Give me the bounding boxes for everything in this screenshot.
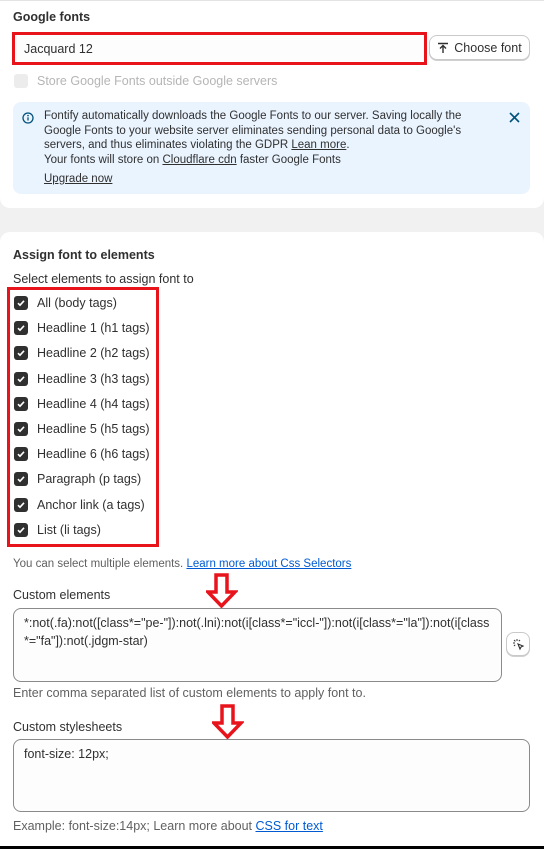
close-icon[interactable] bbox=[509, 112, 520, 123]
info-banner: Fontify automatically downloads the Goog… bbox=[13, 102, 530, 194]
section-subtitle: Select elements to assign font to bbox=[13, 272, 194, 286]
example-note: Example: font-size:14px; Learn more abou… bbox=[13, 819, 323, 833]
google-font-input[interactable]: Jacquard 12 bbox=[15, 35, 424, 62]
google-fonts-card: Google fonts Jacquard 12 Choose font Sto… bbox=[0, 0, 544, 208]
checkbox-label: List (li tags) bbox=[37, 522, 101, 537]
custom-elements-label: Custom elements bbox=[13, 588, 111, 602]
element-checkbox[interactable]: Headline 4 (h4 tags) bbox=[14, 396, 150, 411]
checkbox-checked-icon bbox=[14, 422, 28, 436]
info-icon bbox=[22, 112, 34, 124]
cloudflare-link[interactable]: Cloudflare cdn bbox=[162, 154, 236, 166]
store-outside-checkbox[interactable]: Store Google Fonts outside Google server… bbox=[14, 74, 277, 88]
assign-font-card: Assign font to elements Select elements … bbox=[0, 232, 544, 847]
checkbox-label: Store Google Fonts outside Google server… bbox=[37, 74, 278, 88]
checkbox-label: Headline 6 (h6 tags) bbox=[37, 447, 150, 462]
checkbox-label: Headline 4 (h4 tags) bbox=[37, 396, 150, 411]
checkbox-label: Headline 1 (h1 tags) bbox=[37, 321, 150, 336]
checkbox-checked-icon bbox=[14, 371, 28, 386]
choose-font-label: Choose font bbox=[454, 40, 522, 55]
multi-note: You can select multiple elements. Learn … bbox=[13, 558, 352, 570]
css-selectors-link[interactable]: Learn more about Css Selectors bbox=[186, 558, 351, 570]
checkbox-checked-icon bbox=[14, 296, 28, 310]
annotation-arrow-icon bbox=[212, 704, 244, 740]
annotation-arrow-icon bbox=[206, 573, 238, 609]
upgrade-now-link[interactable]: Upgrade now bbox=[44, 173, 112, 185]
custom-elements-textarea[interactable]: *:not(.fa):not([class*="pe-"]):not(.lni)… bbox=[13, 608, 502, 682]
element-checkbox[interactable]: Headline 5 (h5 tags) bbox=[14, 422, 150, 436]
custom-stylesheets-label: Custom stylesheets bbox=[13, 720, 123, 734]
checkbox-checked-icon bbox=[14, 346, 28, 361]
checkbox-checked-icon bbox=[14, 472, 28, 487]
choose-font-button[interactable]: Choose font bbox=[429, 35, 530, 60]
element-checkbox[interactable]: Headline 3 (h3 tags) bbox=[14, 371, 150, 386]
checkbox-checked-icon bbox=[14, 497, 28, 512]
element-checkbox[interactable]: Anchor link (a tags) bbox=[14, 497, 145, 512]
checkbox-checked-icon bbox=[14, 396, 28, 411]
cursor-select-icon bbox=[512, 638, 524, 650]
checkbox-label: Paragraph (p tags) bbox=[37, 472, 142, 487]
checkbox-label: Anchor link (a tags) bbox=[37, 497, 145, 512]
element-checkbox[interactable]: Headline 6 (h6 tags) bbox=[14, 447, 150, 462]
section-title: Assign font to elements bbox=[13, 248, 155, 262]
custom-stylesheets-textarea[interactable]: font-size: 12px; bbox=[13, 739, 530, 812]
checkbox-label: Headline 2 (h2 tags) bbox=[37, 346, 150, 361]
section-title: Google fonts bbox=[13, 10, 91, 24]
custom-elements-help: Enter comma separated list of custom ele… bbox=[13, 686, 366, 700]
element-checkbox[interactable]: Headline 1 (h1 tags) bbox=[14, 321, 150, 336]
css-for-text-link[interactable]: CSS for text bbox=[256, 819, 323, 833]
element-checkbox[interactable]: Headline 2 (h2 tags) bbox=[14, 346, 150, 361]
element-checkbox[interactable]: Paragraph (p tags) bbox=[14, 472, 142, 487]
checkbox-checked-icon bbox=[14, 447, 28, 462]
checkbox-label: Headline 5 (h5 tags) bbox=[37, 422, 150, 436]
checkbox-label: All (body tags) bbox=[37, 296, 117, 310]
checkbox-checked-icon bbox=[14, 522, 28, 537]
checkbox-icon bbox=[14, 74, 28, 88]
banner-text: Fontify automatically downloads the Goog… bbox=[44, 110, 462, 166]
element-checkbox[interactable]: List (li tags) bbox=[14, 522, 101, 537]
element-checkbox[interactable]: All (body tags) bbox=[14, 296, 117, 310]
checkbox-checked-icon bbox=[14, 321, 28, 336]
lean-more-link[interactable]: Lean more bbox=[291, 139, 346, 151]
upload-icon bbox=[438, 42, 449, 53]
checkbox-label: Headline 3 (h3 tags) bbox=[37, 371, 150, 386]
element-picker-button[interactable] bbox=[506, 632, 530, 656]
